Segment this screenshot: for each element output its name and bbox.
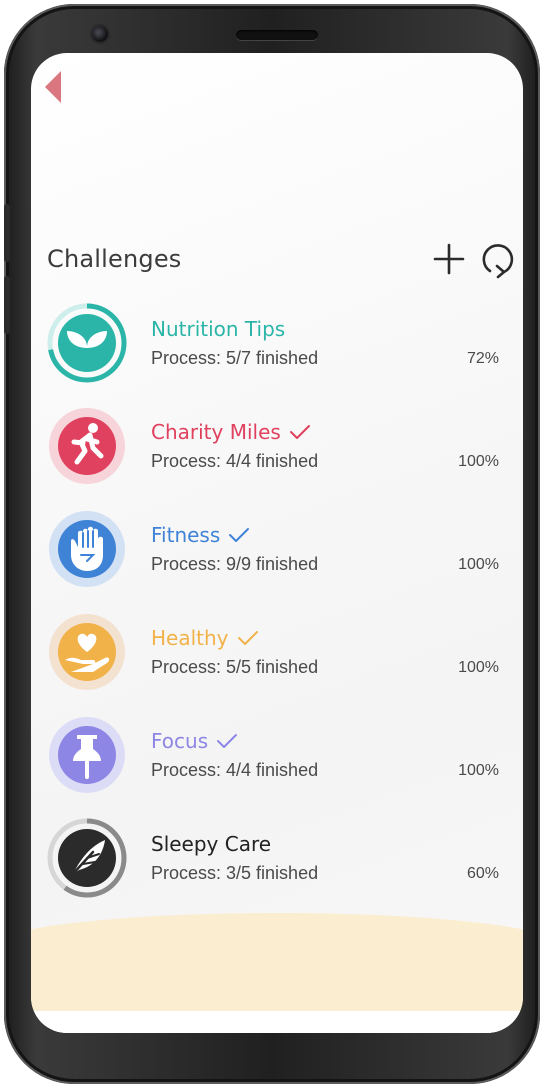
challenge-process: Process: 5/7 finished: [151, 348, 319, 368]
challenge-percent: 60%: [466, 865, 499, 882]
volume-down-button: [4, 276, 10, 334]
challenge-process: Process: 9/9 finished: [151, 554, 319, 574]
heart-hand-icon: [49, 614, 125, 690]
sprout-icon: [47, 303, 127, 383]
checkmark-icon: [289, 425, 310, 439]
challenge-name: Fitness: [151, 523, 221, 547]
challenge-percent: 100%: [458, 762, 499, 779]
challenge-item-nutrition-tips[interactable]: Nutrition Tips Process: 5/7 finished 72%: [31, 303, 523, 393]
earpiece-speaker: [236, 30, 318, 40]
challenge-process: Process: 4/4 finished: [151, 760, 319, 780]
challenge-process: Process: 3/5 finished: [151, 863, 319, 883]
challenge-item-fitness[interactable]: Fitness Process: 9/9 finished 100%: [31, 509, 523, 599]
running-person-icon: [49, 408, 125, 484]
checkmark-icon: [237, 631, 258, 645]
refresh-icon[interactable]: [477, 239, 517, 279]
challenge-process: Process: 5/5 finished: [151, 657, 319, 677]
checkmark-icon: [229, 528, 250, 542]
challenge-percent: 100%: [458, 659, 499, 676]
back-chevron-icon[interactable]: [37, 67, 67, 107]
challenge-item-sleepy-care[interactable]: Sleepy Care Process: 3/5 finished 60%: [31, 818, 523, 908]
challenge-percent: 100%: [458, 556, 499, 573]
challenge-name: Healthy: [151, 626, 229, 650]
challenge-name: Nutrition Tips: [151, 317, 286, 341]
app-screen: Challenges Nutrition Tips Process: 5/7 f…: [31, 53, 523, 1033]
challenge-percent: 100%: [458, 453, 499, 470]
feather-icon: [47, 818, 127, 898]
phone-frame: Challenges Nutrition Tips Process: 5/7 f…: [4, 4, 540, 1084]
challenge-name: Focus: [151, 729, 209, 753]
challenge-percent: 72%: [466, 350, 499, 367]
page-title: Challenges: [47, 245, 182, 273]
plus-icon[interactable]: [431, 241, 467, 277]
challenge-name: Sleepy Care: [151, 832, 272, 856]
challenge-name: Charity Miles: [151, 420, 281, 444]
challenge-item-charity-miles[interactable]: Charity Miles Process: 4/4 finished 100%: [31, 406, 523, 496]
challenge-process: Process: 4/4 finished: [151, 451, 319, 471]
challenge-item-focus[interactable]: Focus Process: 4/4 finished 100%: [31, 715, 523, 805]
bottom-strip: [31, 1011, 523, 1033]
challenge-item-healthy[interactable]: Healthy Process: 5/5 finished 100%: [31, 612, 523, 702]
raised-fist-icon: [49, 511, 125, 587]
checkmark-icon: [217, 734, 238, 748]
volume-up-button: [4, 204, 10, 262]
front-camera: [92, 26, 108, 42]
pushpin-icon: [49, 717, 125, 793]
